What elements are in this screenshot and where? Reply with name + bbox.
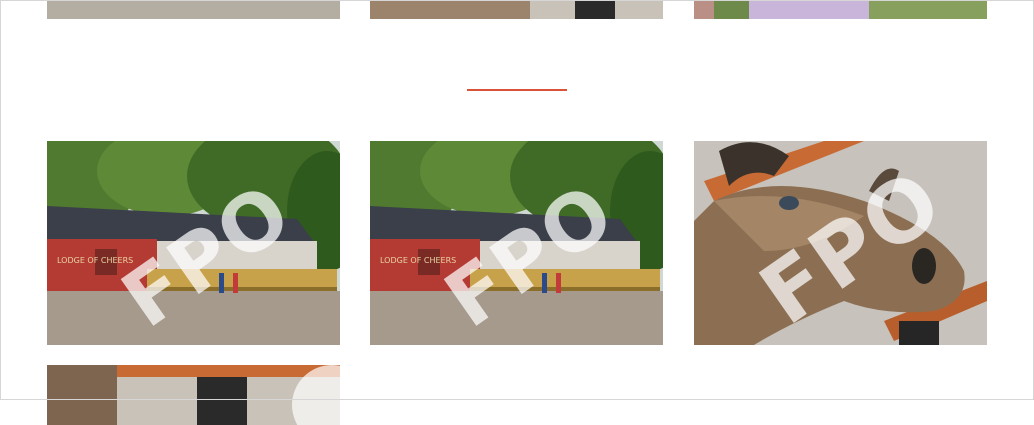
moose-thumbnail — [47, 365, 340, 425]
gallery-image-person-top[interactable] — [694, 0, 987, 19]
gallery-image-moose-bottom[interactable] — [47, 365, 340, 425]
gallery-image-moose[interactable]: FPO — [694, 141, 987, 345]
cabin-photo: LODGE OF CHEERS FPO — [370, 141, 663, 345]
moose-thumbnail — [370, 0, 663, 19]
person-thumbnail — [694, 0, 987, 19]
cabin-thumbnail — [47, 0, 340, 19]
moose-photo: FPO — [694, 141, 987, 345]
gallery-image-cabin-top[interactable] — [47, 0, 340, 19]
section-divider — [467, 89, 567, 91]
gallery-image-cabin-1[interactable]: LODGE OF CHEERS FPO — [47, 141, 340, 345]
cabin-photo: LODGE OF CHEERS FPO — [47, 141, 340, 345]
gallery-image-cabin-2[interactable]: LODGE OF CHEERS FPO — [370, 141, 663, 345]
gallery-image-moose-top[interactable] — [370, 0, 663, 19]
